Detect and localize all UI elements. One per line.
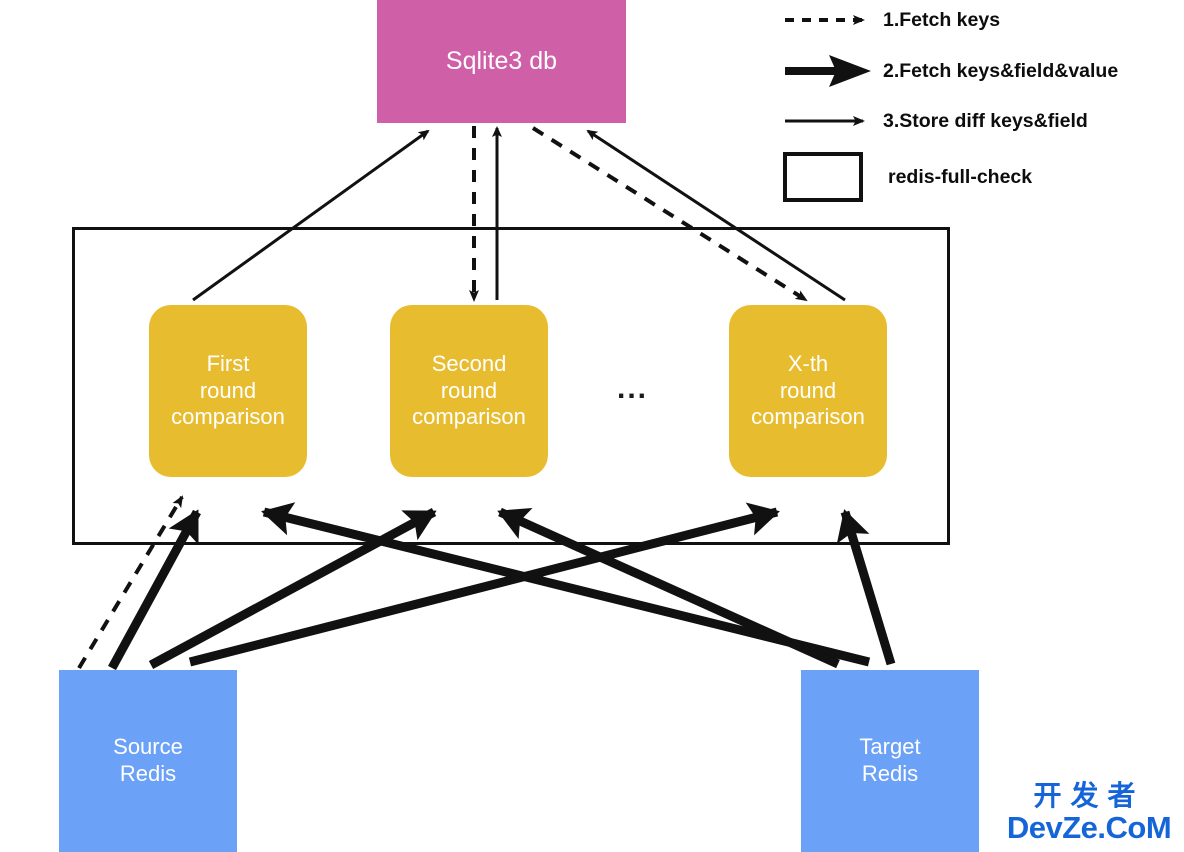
node-sqlite-db[interactable]: Sqlite3 db <box>377 0 626 123</box>
node-second-round-comparison[interactable]: Second round comparison <box>390 305 548 477</box>
legend-item-store-diff: 3.Store diff keys&field <box>783 104 1088 138</box>
rounds-ellipsis: ... <box>617 372 649 405</box>
thick-arrow-icon <box>783 54 875 88</box>
node-first-round-comparison[interactable]: First round comparison <box>149 305 307 477</box>
node-first-round-comparison-label: First round comparison <box>171 350 285 430</box>
legend-item-redis-full-check: redis-full-check <box>783 152 1032 202</box>
node-target-redis[interactable]: Target Redis <box>801 670 979 852</box>
node-xth-round-comparison[interactable]: X-th round comparison <box>729 305 887 477</box>
legend-item-fetch-keys: 1.Fetch keys <box>783 3 1000 37</box>
node-source-redis[interactable]: Source Redis <box>59 670 237 852</box>
legend-item-redis-full-check-label: redis-full-check <box>888 165 1033 188</box>
solid-arrow-icon <box>783 104 875 138</box>
node-target-redis-label: Target Redis <box>859 734 921 786</box>
legend-item-fetch-keys-label: 1.Fetch keys <box>883 8 1001 31</box>
legend-item-fetch-keys-field-value: 2.Fetch keys&field&value <box>783 54 1118 88</box>
node-source-redis-label: Source Redis <box>113 734 183 786</box>
legend-item-store-diff-label: 3.Store diff keys&field <box>883 109 1088 132</box>
legend-item-fetch-keys-field-value-label: 2.Fetch keys&field&value <box>883 59 1119 82</box>
node-sqlite-db-label: Sqlite3 db <box>445 47 558 76</box>
watermark-line-en: DevZe.CoM <box>1006 810 1172 845</box>
watermark: 开发者 DevZe.CoM <box>999 781 1179 847</box>
node-second-round-comparison-label: Second round comparison <box>412 350 526 430</box>
legend: 1.Fetch keys 2.Fetch keys&field&value 3.… <box>783 0 1183 215</box>
node-xth-round-comparison-label: X-th round comparison <box>751 350 865 430</box>
rectangle-swatch-icon <box>783 152 863 202</box>
diagram-canvas: Sqlite3 db First round comparison Second… <box>0 0 1184 852</box>
dashed-arrow-icon <box>783 3 875 37</box>
watermark-line-cn: 开发者 <box>1033 779 1145 812</box>
